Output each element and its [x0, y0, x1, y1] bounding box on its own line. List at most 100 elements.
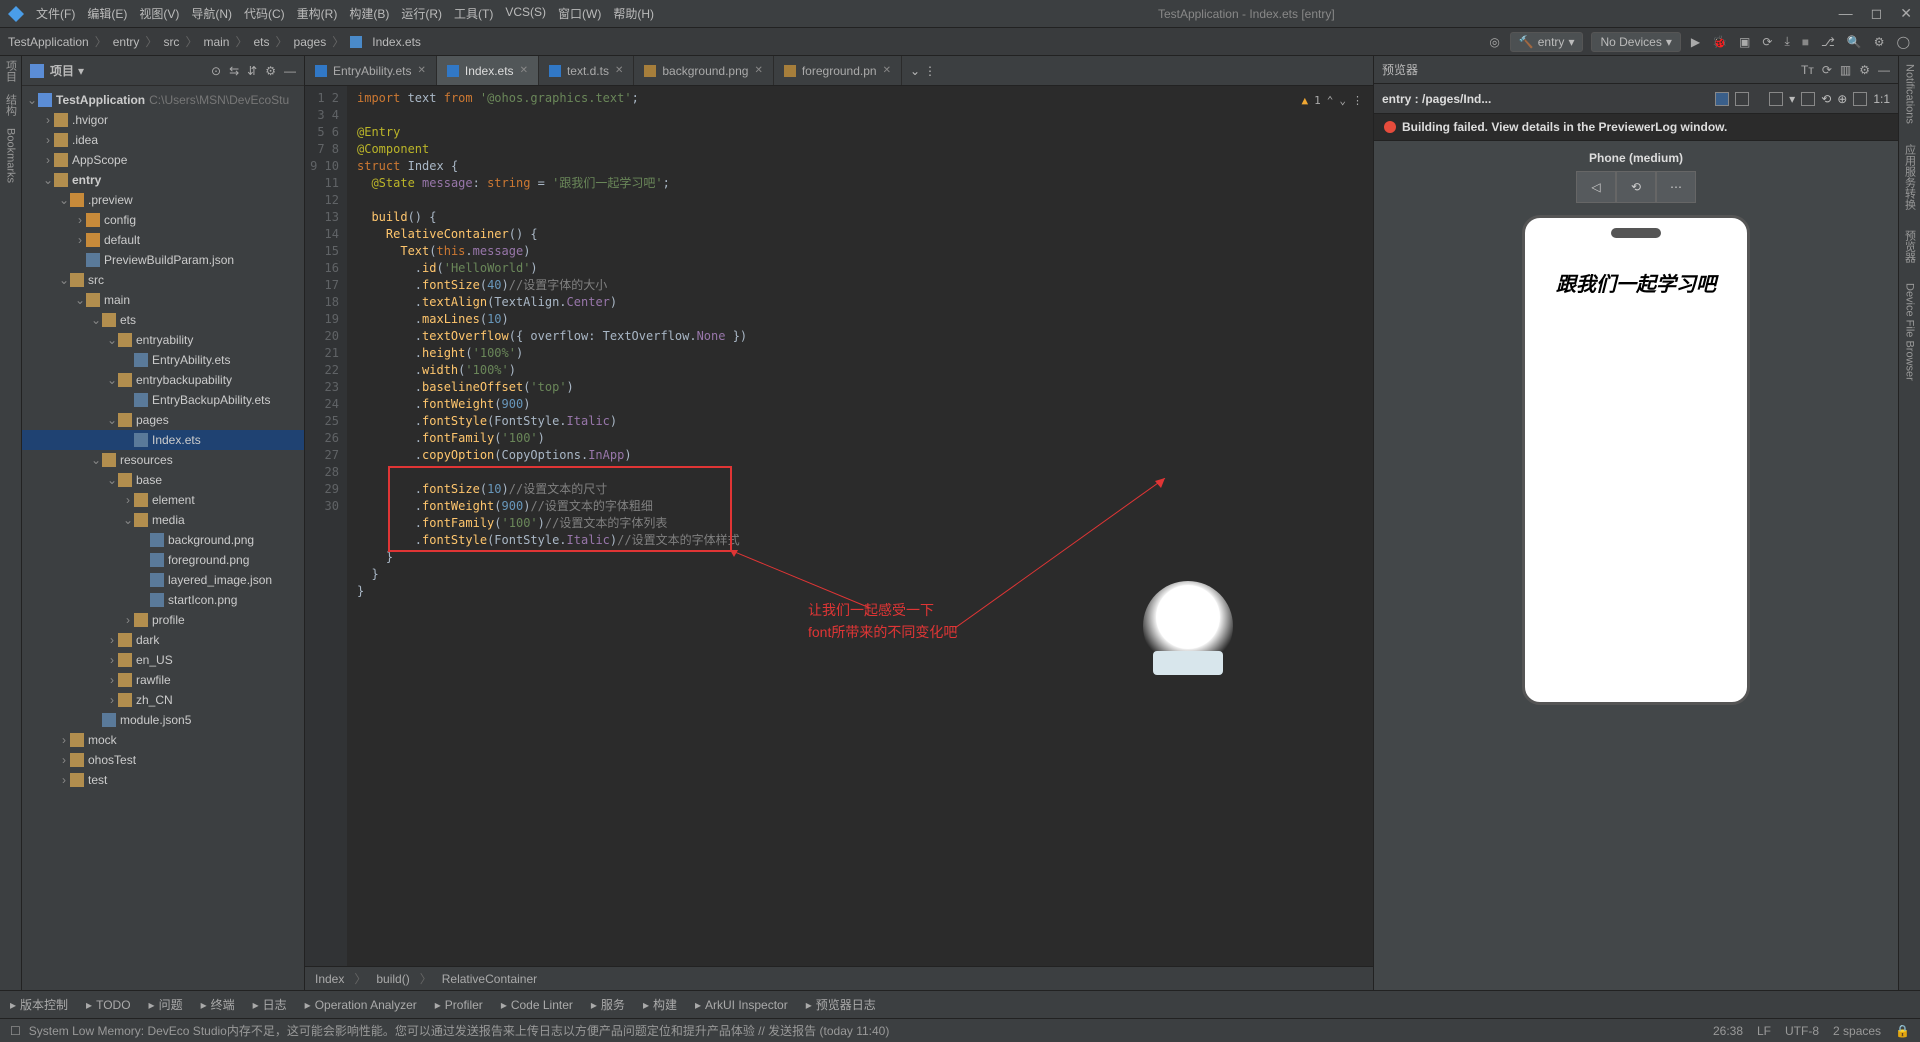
bottom-tool[interactable]: ▸终端 [201, 996, 235, 1013]
snapshot-icon[interactable] [1853, 92, 1867, 106]
tree-item[interactable]: EntryBackupAbility.ets [22, 390, 304, 410]
bottom-tool[interactable]: ▸Operation Analyzer [305, 998, 417, 1012]
tree-item[interactable]: layered_image.json [22, 570, 304, 590]
tree-item[interactable]: PreviewBuildParam.json [22, 250, 304, 270]
bottom-tool[interactable]: ▸ArkUI Inspector [695, 998, 788, 1012]
editor-tab[interactable]: background.png✕ [634, 56, 773, 85]
menu-item[interactable]: 文件(F) [36, 5, 75, 22]
tree-item[interactable]: ›en_US [22, 650, 304, 670]
more-button[interactable]: ⋯ [1656, 171, 1696, 203]
tree-item[interactable]: ⌄entry [22, 170, 304, 190]
close-icon[interactable]: ✕ [754, 65, 762, 76]
caret-position[interactable]: 26:38 [1713, 1024, 1743, 1038]
menu-item[interactable]: 导航(N) [191, 5, 232, 22]
tree-item[interactable]: EntryAbility.ets [22, 350, 304, 370]
tree-item[interactable]: ⌄entryability [22, 330, 304, 350]
tree-item[interactable]: ›.idea [22, 130, 304, 150]
encoding[interactable]: UTF-8 [1785, 1024, 1819, 1038]
tree-item[interactable]: ›profile [22, 610, 304, 630]
menu-item[interactable]: 运行(R) [401, 5, 442, 22]
git-icon[interactable]: ⎇ [1819, 35, 1837, 49]
tree-item[interactable]: ⌄entrybackupability [22, 370, 304, 390]
gear-icon[interactable]: ⚙ [1859, 63, 1870, 77]
menu-item[interactable]: 视图(V) [139, 5, 179, 22]
crop-icon[interactable] [1801, 92, 1815, 106]
inspection-widget[interactable]: ▲ 1 ⌃ ⌄ ⋮ [1302, 92, 1364, 109]
editor-crumb[interactable]: RelativeContainer [442, 972, 537, 986]
tree-item[interactable]: ⌄.preview [22, 190, 304, 210]
tool-tab[interactable]: 应用服务转换 [1902, 144, 1918, 210]
device-selector[interactable]: No Devices ▾ [1591, 32, 1680, 52]
tree-item[interactable]: ›rawfile [22, 670, 304, 690]
tree-item[interactable]: Index.ets [22, 430, 304, 450]
editor-tab[interactable]: text.d.ts✕ [539, 56, 634, 85]
close-icon[interactable]: ✕ [1900, 5, 1912, 22]
log-icon[interactable]: ☐ [10, 1024, 21, 1038]
rotate-button[interactable]: ⟲ [1616, 171, 1656, 203]
bottom-tool[interactable]: ▸问题 [149, 996, 183, 1013]
tree-item[interactable]: ›config [22, 210, 304, 230]
tree-item[interactable]: ⌄media [22, 510, 304, 530]
expand-icon[interactable]: ⇆ [229, 64, 239, 78]
rotate-icon[interactable]: ⟲ [1821, 92, 1831, 106]
readonly-icon[interactable]: 🔒 [1895, 1024, 1910, 1038]
menu-item[interactable]: 代码(C) [244, 5, 285, 22]
target-icon[interactable]: ◎ [1487, 35, 1501, 49]
hide-icon[interactable]: — [1878, 63, 1890, 77]
tool-tab[interactable]: Device File Browser [1904, 283, 1916, 381]
bottom-tool[interactable]: ▸版本控制 [10, 996, 68, 1013]
close-icon[interactable]: ✕ [417, 65, 425, 76]
bottom-tool[interactable]: ▸TODO [86, 998, 130, 1012]
tree-item[interactable]: module.json5 [22, 710, 304, 730]
indent[interactable]: 2 spaces [1833, 1024, 1881, 1038]
tool-tab[interactable]: 项目 [3, 60, 19, 82]
tree-item[interactable]: ⌄main [22, 290, 304, 310]
collapse-icon[interactable]: ⇵ [247, 64, 257, 78]
line-separator[interactable]: LF [1757, 1024, 1771, 1038]
back-button[interactable]: ◁ [1576, 171, 1616, 203]
layers-icon[interactable] [1735, 92, 1749, 106]
tree-item[interactable]: ›.hvigor [22, 110, 304, 130]
tree-item[interactable]: ›ohosTest [22, 750, 304, 770]
breadcrumb-item[interactable]: TestApplication [8, 35, 89, 49]
more-icon[interactable]: ⋮ [1352, 92, 1363, 109]
breadcrumb-item[interactable]: ets [253, 35, 269, 49]
editor-tab[interactable]: foreground.pn✕ [774, 56, 902, 85]
chevron-down-icon[interactable]: ▾ [1789, 92, 1795, 106]
tree-root[interactable]: ⌄TestApplicationC:\Users\MSN\DevEcoStu [22, 90, 304, 110]
menu-item[interactable]: 帮助(H) [613, 5, 654, 22]
tree-item[interactable]: ›default [22, 230, 304, 250]
menu-item[interactable]: 重构(R) [297, 5, 338, 22]
tree-item[interactable]: ⌄base [22, 470, 304, 490]
breadcrumb-item[interactable]: pages [294, 35, 327, 49]
editor-tab[interactable]: EntryAbility.ets✕ [305, 56, 437, 85]
user-icon[interactable]: ◯ [1895, 35, 1912, 49]
editor-crumb[interactable]: Index [315, 972, 344, 986]
chevron-down-icon[interactable]: ▾ [78, 64, 84, 78]
tree-item[interactable]: ›dark [22, 630, 304, 650]
bottom-tool[interactable]: ▸日志 [253, 996, 287, 1013]
profile-icon[interactable]: ⟳ [1760, 35, 1774, 49]
editor-crumb[interactable]: build() [376, 972, 409, 986]
tree-item[interactable]: foreground.png [22, 550, 304, 570]
close-icon[interactable]: ✕ [520, 65, 528, 76]
grid-icon[interactable] [1769, 92, 1783, 106]
tree-item[interactable]: ⌄ets [22, 310, 304, 330]
layout-icon[interactable]: ▥ [1840, 63, 1851, 77]
menu-item[interactable]: 工具(T) [454, 5, 493, 22]
breadcrumb-item[interactable]: entry [113, 35, 140, 49]
breadcrumb-item[interactable]: main [203, 35, 229, 49]
tree-item[interactable]: startIcon.png [22, 590, 304, 610]
tree-item[interactable]: background.png [22, 530, 304, 550]
menu-item[interactable]: 编辑(E) [87, 5, 127, 22]
debug-icon[interactable]: 🐞 [1710, 35, 1729, 49]
tree-item[interactable]: ⌄resources [22, 450, 304, 470]
breadcrumb-item[interactable]: src [163, 35, 179, 49]
bottom-tool[interactable]: ▸Profiler [435, 998, 483, 1012]
maximize-icon[interactable]: ◻ [1871, 5, 1883, 22]
menu-item[interactable]: 窗口(W) [558, 5, 601, 22]
refresh-icon[interactable]: ⟳ [1822, 63, 1832, 77]
gear-icon[interactable]: ⚙ [265, 64, 276, 78]
chevron-down-icon[interactable]: ⌄ [1339, 92, 1346, 109]
project-tree[interactable]: ⌄TestApplicationC:\Users\MSN\DevEcoStu›.… [22, 86, 304, 990]
